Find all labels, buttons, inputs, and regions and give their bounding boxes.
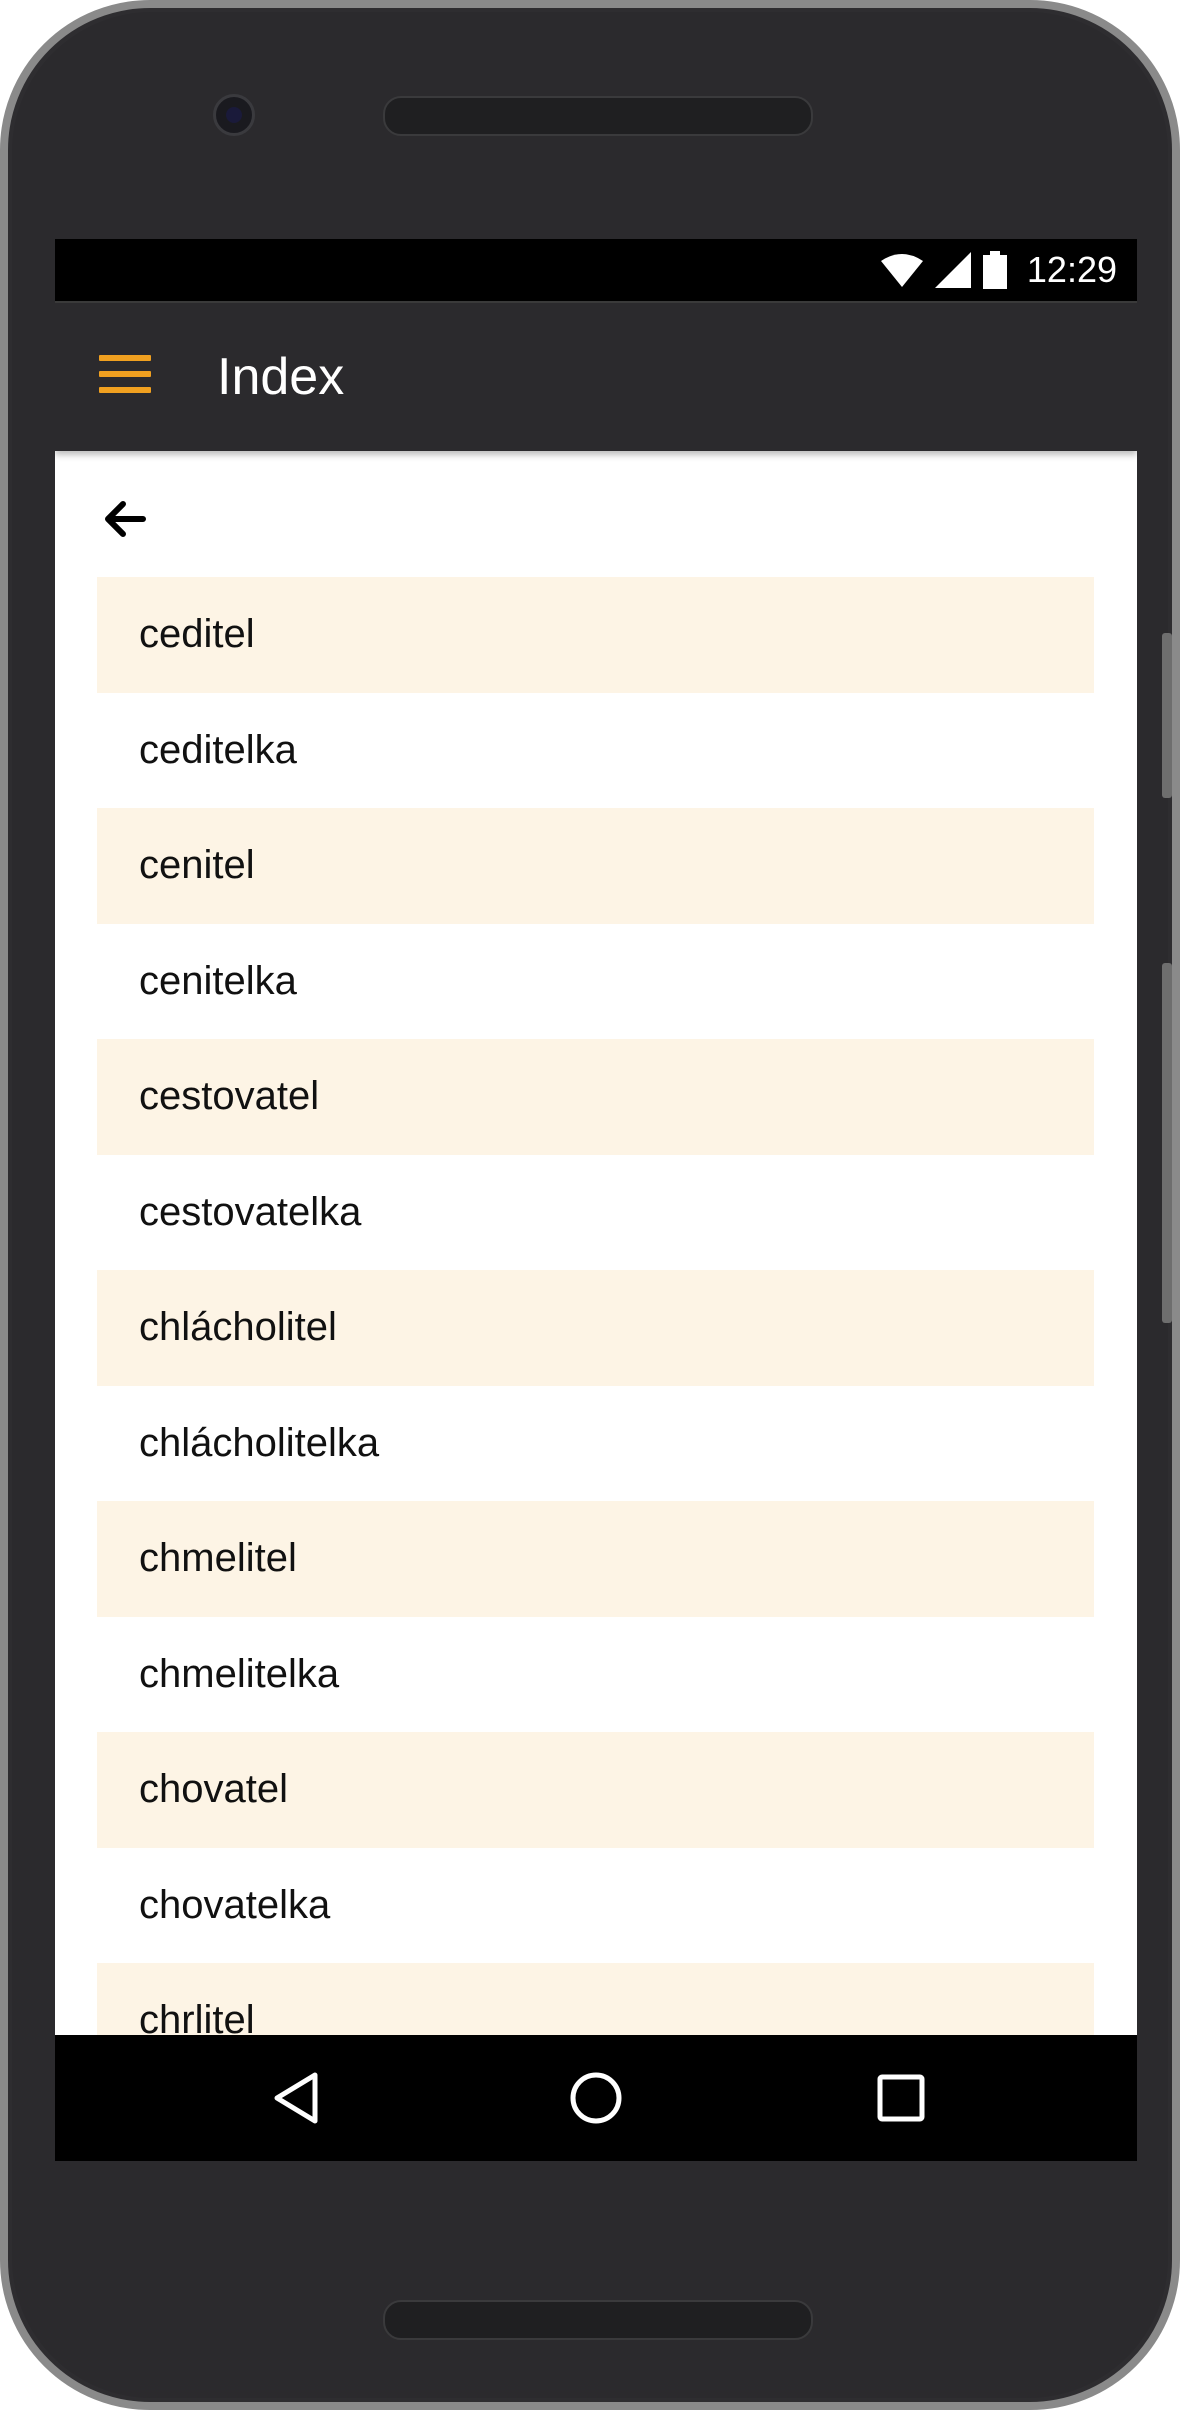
circle-home-icon (570, 2072, 622, 2124)
list-item[interactable]: ceditel (97, 577, 1094, 693)
status-time: 12:29 (1026, 249, 1117, 290)
triangle-back-icon (274, 2072, 318, 2124)
nav-back-button[interactable] (265, 2065, 331, 2131)
list-item[interactable]: ceditelka (97, 693, 1094, 809)
list-item[interactable]: chovatelka (97, 1848, 1094, 1964)
top-speaker (383, 96, 813, 136)
list-item-label: ceditel (139, 612, 255, 657)
list-item-label: chlácholitelka (139, 1420, 380, 1465)
power-button (1162, 633, 1172, 798)
cell-signal-icon (934, 252, 971, 288)
list-item[interactable]: chovatel (97, 1732, 1094, 1848)
list-item[interactable]: chmelitel (97, 1501, 1094, 1617)
status-bar: 12:29 (55, 239, 1137, 301)
phone-frame: 12:29 Index ceditel ceditelka cenitel ce… (0, 0, 1180, 2410)
arrow-left-icon (105, 501, 146, 537)
volume-button (1162, 963, 1172, 1323)
list-item-label: ceditelka (139, 727, 297, 772)
list-item[interactable]: chlácholitelka (97, 1386, 1094, 1502)
page-title: Index (217, 348, 345, 406)
list-item[interactable]: cestovatel (97, 1039, 1094, 1155)
nav-recents-button[interactable] (868, 2065, 934, 2131)
wifi-icon (880, 254, 923, 287)
list-item-label: chmelitelka (139, 1651, 340, 1696)
list-item-label: cestovatel (139, 1074, 320, 1119)
list-item-label: chovatelka (139, 1882, 331, 1927)
square-recents-icon (877, 2074, 925, 2122)
screen: 12:29 Index ceditel ceditelka cenitel ce… (55, 239, 1137, 2161)
list-item-label: cenitel (139, 843, 255, 888)
app-bar: Index (55, 301, 1137, 451)
list-item-label: chovatel (139, 1767, 288, 1812)
back-button[interactable] (95, 489, 155, 549)
list-item-label: cestovatelka (139, 1189, 362, 1234)
list-item-label: chlácholitel (139, 1305, 337, 1350)
index-list: ceditel ceditelka cenitel cenitelka cest… (97, 577, 1094, 2079)
system-nav-bar (55, 2035, 1137, 2161)
list-item-label: cenitelka (139, 958, 297, 1003)
list-item[interactable]: cenitel (97, 808, 1094, 924)
list-item-label: chmelitel (139, 1536, 297, 1581)
list-item[interactable]: chlácholitel (97, 1270, 1094, 1386)
list-item[interactable]: cestovatelka (97, 1155, 1094, 1271)
bottom-speaker (383, 2300, 813, 2340)
battery-icon (982, 251, 1007, 289)
front-camera (213, 94, 255, 136)
hamburger-menu-icon (99, 355, 155, 393)
list-item[interactable]: cenitelka (97, 924, 1094, 1040)
list-item[interactable]: chmelitelka (97, 1617, 1094, 1733)
menu-button[interactable] (99, 355, 155, 399)
nav-home-button[interactable] (563, 2065, 629, 2131)
